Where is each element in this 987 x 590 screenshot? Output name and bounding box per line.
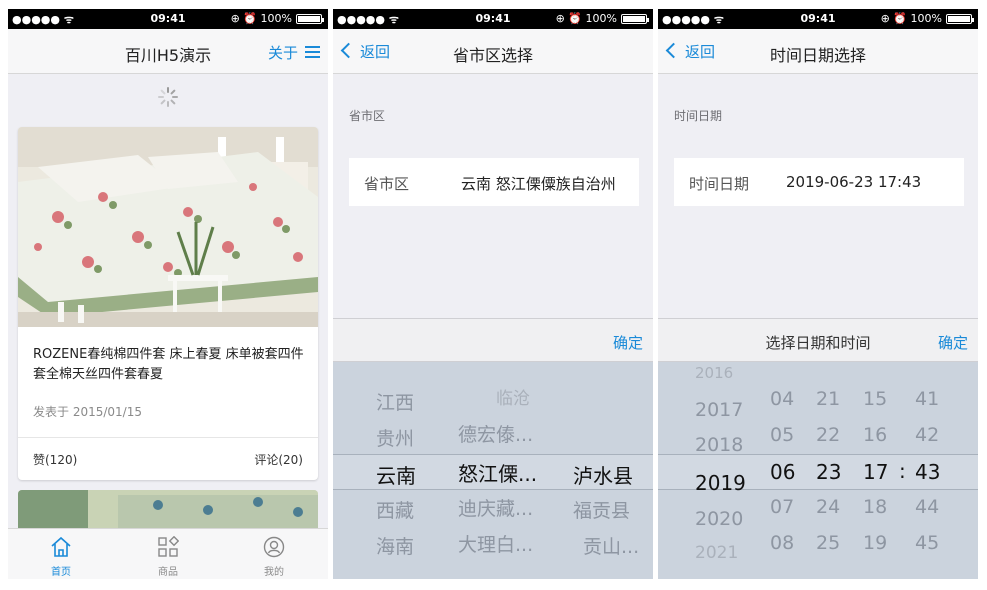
tab-products-label: 商品 <box>158 567 178 578</box>
picker-province[interactable]: 贵州 <box>376 424 414 451</box>
region-picker[interactable]: 江西 贵州 云南 西藏 海南 临沧 德宏傣... 怒江傈... 迪庆藏... 大… <box>333 362 653 579</box>
picker-title: 选择日期和时间 <box>765 334 871 352</box>
picker-year[interactable]: 2020 <box>695 508 743 530</box>
picker-minute[interactable]: 45 <box>915 532 939 554</box>
datetime-picker[interactable]: 2016 2017 2018 2019 2020 2021 04 05 06 0… <box>658 362 978 579</box>
battery-icon <box>946 14 974 24</box>
battery-icon <box>296 14 324 24</box>
picker-year[interactable]: 2021 <box>695 543 738 563</box>
picker-hour[interactable]: 19 <box>863 532 887 554</box>
picker-minute[interactable]: 41 <box>915 388 939 410</box>
picker-city-selected[interactable]: 怒江傈... <box>458 458 537 487</box>
confirm-button[interactable]: 确定 <box>613 332 643 353</box>
grid-icon <box>158 536 179 557</box>
about-button[interactable]: 关于 <box>268 42 298 63</box>
picker-city[interactable]: 大理白... <box>458 530 533 557</box>
picker-province-selected[interactable]: 云南 <box>376 460 416 489</box>
navigation-bar: 百川H5演示 关于 <box>8 29 328 74</box>
region-field[interactable]: 省市区 云南 怒江傈僳族自治州 <box>349 158 639 206</box>
menu-icon[interactable] <box>305 46 320 58</box>
tab-home[interactable]: 首页 <box>8 529 114 579</box>
picker-county[interactable]: 贡山... <box>583 532 639 559</box>
picker-province[interactable]: 海南 <box>376 532 414 559</box>
picker-city[interactable]: 临沧 <box>496 384 530 409</box>
field-label: 省市区 <box>364 175 410 193</box>
field-value: 云南 怒江傈僳族自治州 <box>461 175 616 193</box>
picker-year[interactable]: 2018 <box>695 434 743 456</box>
status-battery-text: ⊕ ⏰ 100% <box>230 12 292 25</box>
home-icon <box>51 536 71 557</box>
picker-county-selected[interactable]: 泸水县 <box>573 460 633 489</box>
picker-province[interactable]: 西藏 <box>376 496 414 523</box>
battery-icon <box>621 14 649 24</box>
card-divider <box>18 437 318 438</box>
picker-year[interactable]: 2017 <box>695 399 743 421</box>
picker-hour-selected[interactable]: 17 <box>863 460 888 484</box>
picker-year-selected[interactable]: 2019 <box>695 471 746 495</box>
status-bar: ●●●●● ᯤ 09:41 ⊕ ⏰ 100% <box>8 9 328 29</box>
page-title: 省市区选择 <box>452 46 533 65</box>
field-value: 2019-06-23 17:43 <box>786 173 922 191</box>
picker-day[interactable]: 25 <box>816 532 840 554</box>
user-icon <box>263 536 285 558</box>
picker-minute-selected[interactable]: 43 <box>915 460 940 484</box>
product-image <box>18 127 318 327</box>
picker-year[interactable]: 2016 <box>695 364 733 382</box>
loading-spinner-icon <box>158 87 178 107</box>
status-bar: ●●●●● ᯤ 09:41 ⊕ ⏰ 100% <box>658 9 978 29</box>
tab-mine-label: 我的 <box>264 567 284 578</box>
picker-hour[interactable]: 16 <box>863 424 887 446</box>
picker-toolbar: 选择日期和时间 确定 <box>658 318 978 362</box>
picker-month[interactable]: 07 <box>770 496 794 518</box>
tab-products[interactable]: 商品 <box>115 529 221 579</box>
picker-day-selected[interactable]: 23 <box>816 460 841 484</box>
picker-minute[interactable]: 42 <box>915 424 939 446</box>
picker-county[interactable]: 福贡县 <box>573 496 630 523</box>
publish-date: 发表于 2015/01/15 <box>33 405 142 419</box>
tab-bar: 首页 商品 我的 <box>8 528 328 579</box>
product-title: ROZENE春纯棉四件套 床上春夏 床单被套四件套全棉天丝四件套春夏 <box>33 347 304 382</box>
picker-city[interactable]: 迪庆藏... <box>458 494 533 521</box>
picker-month-selected[interactable]: 06 <box>770 460 795 484</box>
status-battery-text: ⊕ ⏰ 100% <box>555 12 617 25</box>
time-separator: : <box>899 459 906 483</box>
picker-province[interactable]: 江西 <box>376 388 414 415</box>
like-button[interactable]: 赞(120) <box>33 451 77 468</box>
picker-month[interactable]: 08 <box>770 532 794 554</box>
navigation-bar: 返回 时间日期选择 <box>658 29 978 74</box>
tab-home-label: 首页 <box>51 567 71 578</box>
section-header: 省市区 <box>349 109 386 123</box>
picker-city[interactable]: 德宏傣... <box>458 420 533 447</box>
home-screen: ●●●●● ᯤ 09:41 ⊕ ⏰ 100% 百川H5演示 关于 ROZENE春… <box>8 9 328 579</box>
confirm-button[interactable]: 确定 <box>938 332 968 353</box>
picker-day[interactable]: 22 <box>816 424 840 446</box>
picker-month[interactable]: 04 <box>770 388 794 410</box>
status-battery-text: ⊕ ⏰ 100% <box>880 12 942 25</box>
field-label: 时间日期 <box>689 175 750 193</box>
status-bar: ●●●●● ᯤ 09:41 ⊕ ⏰ 100% <box>333 9 653 29</box>
picker-toolbar: 确定 <box>333 318 653 362</box>
datetime-picker-screen: ●●●●● ᯤ 09:41 ⊕ ⏰ 100% 返回 时间日期选择 时间日期 时间… <box>658 9 978 579</box>
datetime-field[interactable]: 时间日期 2019-06-23 17:43 <box>674 158 964 206</box>
picker-month[interactable]: 05 <box>770 424 794 446</box>
picker-hour[interactable]: 18 <box>863 496 887 518</box>
comment-button[interactable]: 评论(20) <box>254 451 303 468</box>
picker-hour[interactable]: 15 <box>863 388 887 410</box>
picker-minute[interactable]: 44 <box>915 496 939 518</box>
product-card[interactable]: ROZENE春纯棉四件套 床上春夏 床单被套四件套全棉天丝四件套春夏 发表于 2… <box>18 127 318 480</box>
region-picker-screen: ●●●●● ᯤ 09:41 ⊕ ⏰ 100% 返回 省市区选择 省市区 省市区 … <box>333 9 653 579</box>
navigation-bar: 返回 省市区选择 <box>333 29 653 74</box>
picker-day[interactable]: 24 <box>816 496 840 518</box>
tab-mine[interactable]: 我的 <box>221 529 327 579</box>
page-title: 时间日期选择 <box>769 46 866 65</box>
section-header: 时间日期 <box>674 109 723 123</box>
picker-day[interactable]: 21 <box>816 388 840 410</box>
